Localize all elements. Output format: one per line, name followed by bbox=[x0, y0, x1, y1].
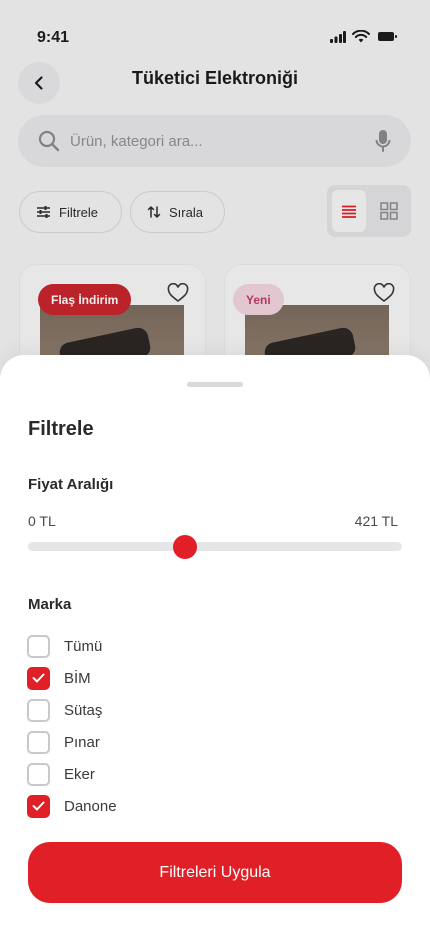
checkmark-icon bbox=[32, 801, 45, 811]
brand-checkbox[interactable] bbox=[27, 666, 50, 690]
price-min-label: 0 TL bbox=[28, 513, 56, 529]
sheet-drag-handle[interactable] bbox=[187, 382, 243, 387]
brand-checkbox[interactable] bbox=[27, 762, 50, 786]
brand-list: Tümü BİM Sütaş Pınar Eker Danone bbox=[27, 630, 387, 822]
checkmark-icon bbox=[32, 673, 45, 683]
brand-option-label: Tümü bbox=[64, 637, 103, 655]
brand-option[interactable]: Pınar bbox=[27, 726, 387, 758]
apply-filters-button[interactable]: Filtreleri Uygula bbox=[28, 842, 402, 903]
brand-option[interactable]: Eker bbox=[27, 758, 387, 790]
brand-checkbox[interactable] bbox=[27, 794, 50, 818]
brand-option[interactable]: Tümü bbox=[27, 630, 387, 662]
brand-label: Marka bbox=[28, 596, 72, 613]
brand-option[interactable]: Danone bbox=[27, 790, 387, 822]
price-slider-thumb[interactable] bbox=[173, 535, 198, 559]
brand-checkbox[interactable] bbox=[27, 634, 50, 658]
brand-option-label: Pınar bbox=[64, 733, 100, 751]
brand-option-label: Eker bbox=[64, 765, 95, 783]
brand-option-label: Sütaş bbox=[64, 701, 103, 719]
brand-checkbox[interactable] bbox=[27, 730, 50, 754]
price-max-label: 421 TL bbox=[354, 513, 398, 529]
sheet-title: Filtrele bbox=[28, 418, 94, 440]
brand-option[interactable]: Sütaş bbox=[27, 694, 387, 726]
price-slider-track[interactable] bbox=[28, 542, 402, 551]
brand-option-label: Danone bbox=[64, 797, 117, 815]
brand-checkbox[interactable] bbox=[27, 698, 50, 722]
brand-option[interactable]: BİM bbox=[27, 662, 387, 694]
filter-bottom-sheet: Filtrele Fiyat Aralığı 0 TL 421 TL Marka… bbox=[0, 355, 430, 930]
brand-option-label: BİM bbox=[64, 669, 91, 687]
price-range-label: Fiyat Aralığı bbox=[28, 476, 114, 493]
